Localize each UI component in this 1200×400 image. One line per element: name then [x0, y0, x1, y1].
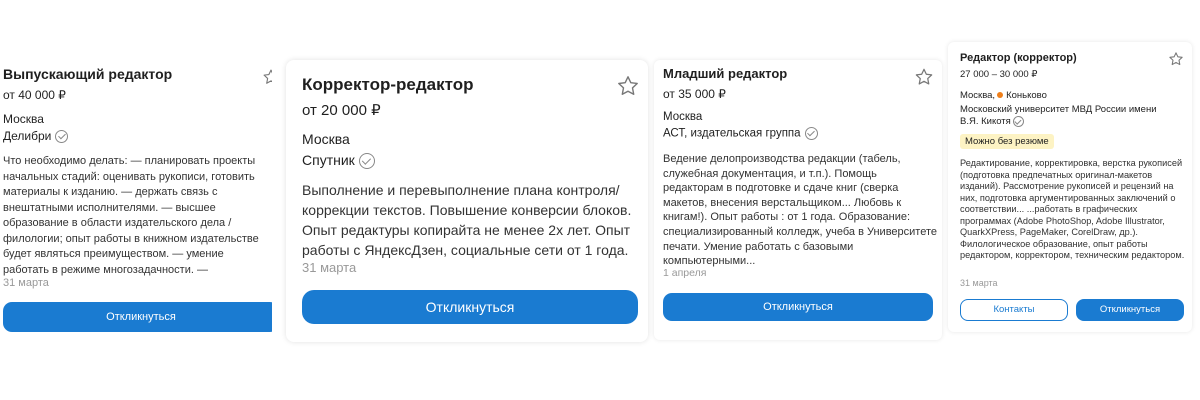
respond-button[interactable]: Откликнуться	[1076, 299, 1184, 321]
vacancy-title[interactable]: Выпускающий редактор	[3, 66, 172, 82]
vacancy-card: Выпускающий редактор от 40 000 ₽ Москва …	[0, 60, 272, 338]
company-name[interactable]: Спутник	[302, 152, 355, 168]
star-icon[interactable]	[914, 67, 934, 87]
salary: от 35 000 ₽	[663, 87, 726, 101]
metro-station: Коньково	[1006, 90, 1047, 101]
city: Москва	[302, 131, 350, 147]
publish-date: 1 апреля	[663, 267, 707, 279]
star-icon[interactable]	[262, 68, 272, 86]
company-name[interactable]: Московский университет МВД России имени …	[960, 104, 1157, 127]
salary: от 20 000 ₽	[302, 102, 381, 119]
company-row: Московский университет МВД России имени …	[960, 104, 1170, 128]
respond-button[interactable]: Откликнуться	[663, 293, 933, 321]
vacancy-card: Корректор-редактор от 20 000 ₽ Москва Сп…	[286, 60, 648, 342]
company-row: Спутник	[302, 152, 375, 170]
star-icon[interactable]	[616, 74, 640, 98]
respond-button[interactable]: Откликнуться	[3, 302, 272, 332]
vacancy-title[interactable]: Редактор (корректор)	[960, 52, 1077, 64]
city: Москва,	[960, 90, 996, 101]
company-name[interactable]: АСТ, издательская группа	[663, 128, 801, 140]
publish-date: 31 марта	[960, 278, 998, 288]
salary: от 40 000 ₽	[3, 88, 66, 102]
salary: 27 000 – 30 000 ₽	[960, 69, 1038, 80]
vacancy-title[interactable]: Корректор-редактор	[302, 75, 474, 95]
verified-check-icon	[1012, 116, 1024, 127]
publish-date: 31 марта	[3, 277, 49, 289]
company-name[interactable]: Делибри	[3, 129, 51, 143]
vacancy-description: Редактирование, корректировка, верстка р…	[960, 158, 1185, 260]
contacts-button[interactable]: Контакты	[960, 299, 1068, 321]
company-row: АСТ, издательская группа	[663, 127, 818, 140]
company-row: Делибри	[3, 129, 69, 144]
vacancy-card: Редактор (корректор) 27 000 – 30 000 ₽ М…	[948, 42, 1192, 332]
vacancy-description: Что необходимо делать: — планировать про…	[3, 155, 259, 276]
verified-check-icon	[55, 130, 69, 144]
vacancy-title[interactable]: Младший редактор	[663, 66, 787, 81]
verified-check-icon	[358, 153, 375, 170]
no-resume-badge: Можно без резюме	[960, 134, 1054, 149]
vacancy-description: Ведение делопроизводства редакции (табел…	[663, 153, 937, 268]
metro-dot-icon	[997, 92, 1004, 99]
vacancy-description: Выполнение и перевыполнение плана контро…	[302, 182, 632, 258]
vacancy-card: Младший редактор от 35 000 ₽ Москва АСТ,…	[654, 60, 942, 340]
city: Москва	[3, 112, 44, 126]
location-row: Москва, Коньково	[960, 90, 1047, 101]
respond-button[interactable]: Откликнуться	[302, 290, 638, 324]
publish-date: 31 марта	[302, 260, 357, 275]
city: Москва	[663, 111, 703, 123]
verified-check-icon	[804, 127, 818, 140]
star-icon[interactable]	[1168, 51, 1184, 67]
